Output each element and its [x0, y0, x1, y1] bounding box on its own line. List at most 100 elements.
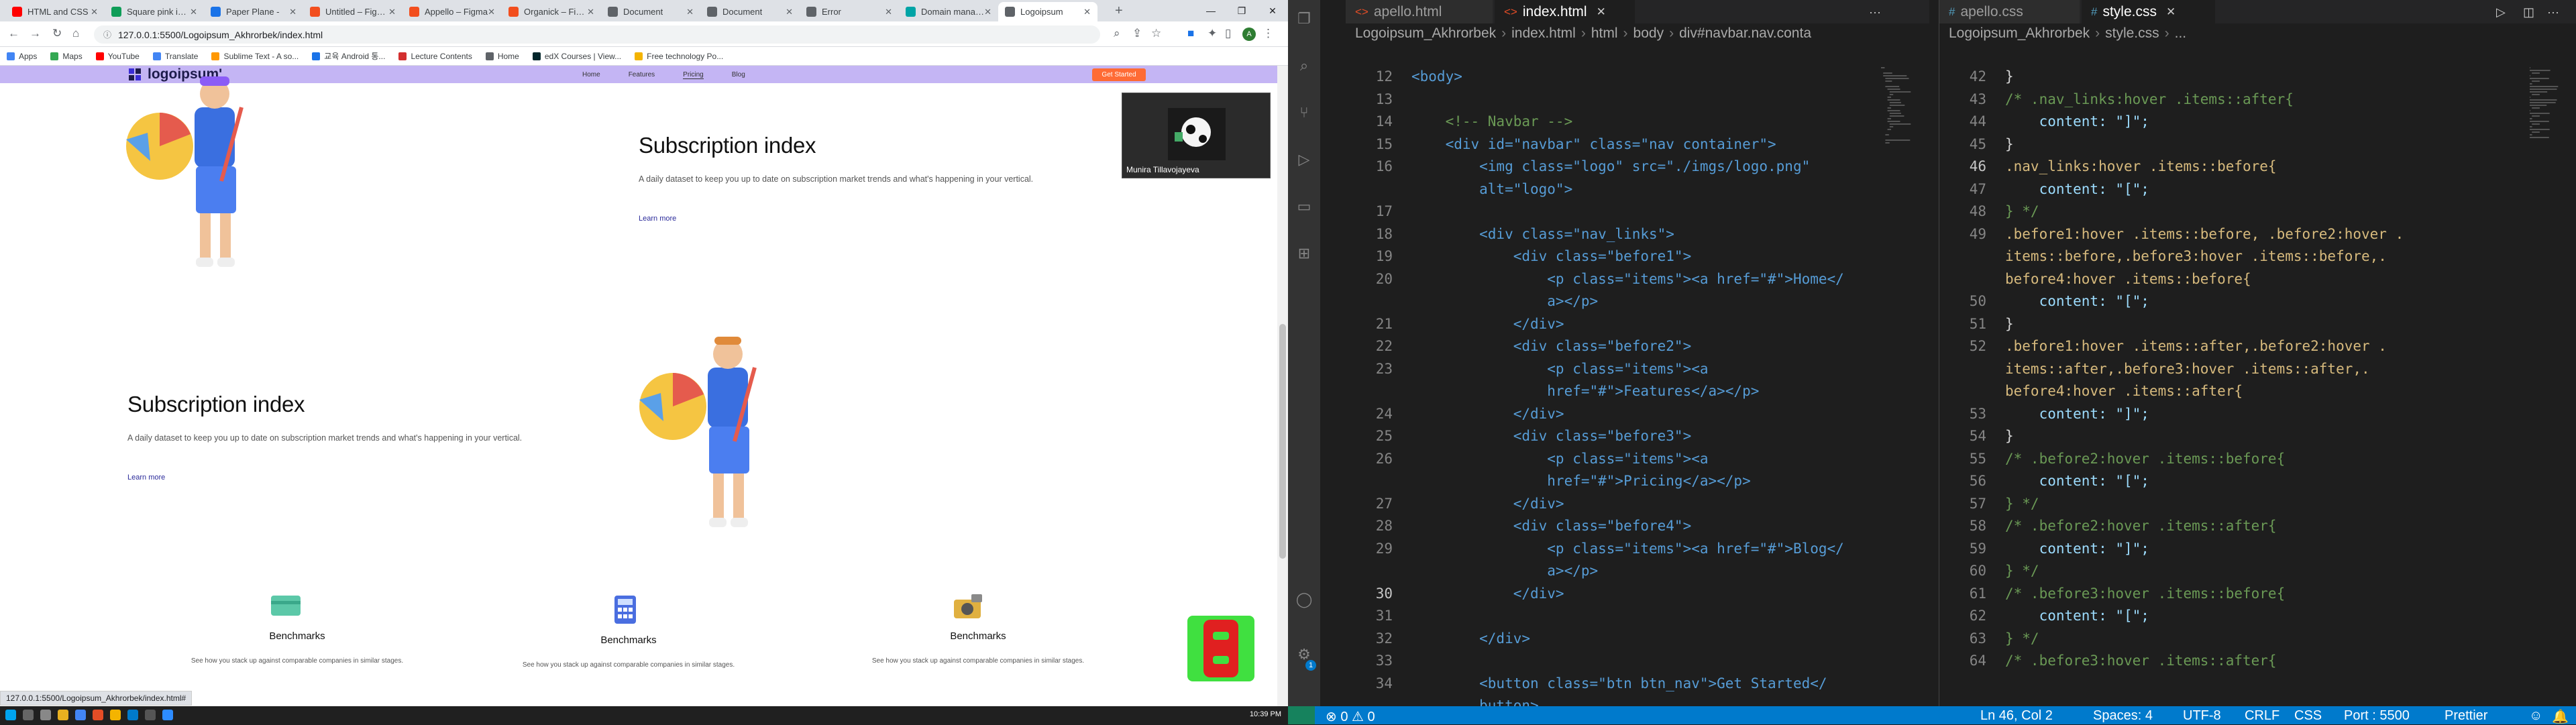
tab-index-html[interactable]: <> index.html ✕ [1495, 0, 1635, 23]
code-line[interactable]: </div> [1411, 628, 1530, 651]
section1-learn-more-link[interactable]: Learn more [639, 215, 676, 223]
bookmark-item[interactable]: Home [485, 52, 519, 61]
new-tab-button[interactable]: + [1115, 3, 1123, 19]
close-tab-icon[interactable]: ✕ [686, 7, 694, 17]
code-line[interactable]: } [2005, 133, 2014, 156]
bookmark-item[interactable]: edX Courses | View... [532, 52, 621, 61]
code-line[interactable]: items::before,.before3:hover .items::bef… [2005, 245, 2387, 268]
video-call-overlay[interactable]: Munira Tillavojayeva [1122, 93, 1271, 178]
section2-learn-more-link[interactable]: Learn more [127, 473, 165, 482]
app2-taskbar-icon[interactable] [110, 710, 121, 720]
nav-features[interactable]: Features [629, 71, 655, 79]
remote-explorer-icon[interactable]: ▭ [1295, 197, 1313, 216]
browser-tab[interactable]: Paper Plane - ✕ [204, 2, 303, 21]
code-line[interactable]: <button class="btn btn_nav">Get Started<… [1411, 673, 1827, 695]
code-line[interactable]: /* .before3:hover .items::before{ [2005, 583, 2285, 606]
start-icon[interactable] [5, 710, 16, 720]
star-icon[interactable]: ☆ [1151, 27, 1161, 40]
code-line[interactable]: before4:hover .items::before{ [2005, 268, 2251, 291]
code-line[interactable]: items::after,.before3:hover .items::afte… [2005, 358, 2370, 381]
code-line[interactable]: alt="logo"> [1411, 178, 1572, 201]
code-line[interactable]: </div> [1411, 583, 1564, 606]
code-line[interactable]: .before1:hover .items::after,.before2:ho… [2005, 335, 2387, 358]
code-line[interactable]: content: "]"; [2005, 538, 2149, 561]
code-line[interactable]: } */ [2005, 628, 2039, 651]
code-line[interactable]: /* .before3:hover .items::after{ [2005, 650, 2277, 673]
code-line[interactable]: <div class="before2"> [1411, 335, 1692, 358]
minimap-html[interactable] [1881, 67, 1915, 443]
zoom-icon[interactable]: ⌕ [1114, 27, 1120, 40]
browser-tab[interactable]: Document ✕ [601, 2, 700, 21]
browser-tab[interactable]: Square pink icon ✕ [105, 2, 204, 21]
bookmark-item[interactable]: Maps [50, 52, 83, 61]
close-tab-icon[interactable]: ✕ [289, 7, 297, 17]
cursor-position[interactable]: Ln 46, Col 2 [1980, 708, 2053, 724]
run-debug-icon[interactable]: ▷ [1295, 150, 1313, 169]
prettier-status[interactable]: Prettier [2445, 708, 2487, 724]
bookmark-item[interactable]: Apps [7, 52, 37, 61]
page-scrollbar[interactable] [1277, 66, 1288, 706]
close-tab-icon[interactable]: ✕ [984, 7, 991, 17]
problems-status[interactable]: ⊗ 0 ⚠ 0 [1326, 708, 1375, 725]
code-line[interactable]: button> [1411, 695, 1539, 706]
close-tab-icon[interactable]: ✕ [1083, 7, 1091, 17]
split-editor-icon[interactable]: ◫ [2523, 5, 2534, 19]
close-tab-icon[interactable]: ✕ [190, 7, 197, 17]
code-line[interactable]: <div id="navbar" class="nav container"> [1411, 133, 1776, 156]
code-line[interactable]: href="#">Features</a></p> [1411, 380, 1759, 403]
close-tab-icon[interactable]: ✕ [388, 7, 396, 17]
tab-apello-css[interactable]: # apello.css [1939, 0, 2080, 23]
breadcrumb-item[interactable]: html [1591, 25, 1618, 42]
code-line[interactable]: a></p> [1411, 290, 1598, 313]
breadcrumb-item[interactable]: style.css [2105, 25, 2159, 42]
breadcrumb-item[interactable]: Logoipsum_Akhrorbek [1355, 25, 1496, 42]
code-line[interactable]: <div class="before1"> [1411, 245, 1692, 268]
code-line[interactable]: <p class="items"><a href="#">Home</ [1411, 268, 1844, 291]
close-tab-icon[interactable]: ✕ [587, 7, 594, 17]
code-line[interactable]: } */ [2005, 201, 2039, 223]
browser-tab[interactable]: Document ✕ [700, 2, 800, 21]
tab-style-css[interactable]: # style.css ✕ [2082, 0, 2216, 23]
bookmark-item[interactable]: 교육 Android 통... [312, 50, 385, 62]
code-line[interactable]: .nav_links:hover .items::before{ [2005, 156, 2277, 178]
code-line[interactable]: </div> [1411, 313, 1564, 336]
code-line[interactable]: content: "["; [2005, 605, 2149, 628]
minimap-css[interactable] [2530, 67, 2563, 443]
info-icon[interactable]: ⓘ [103, 29, 111, 40]
code-line[interactable]: <p class="items"><a [1411, 448, 1708, 471]
code-line[interactable]: /* .nav_links:hover .items::after{ [2005, 89, 2294, 111]
code-line[interactable]: content: "]"; [2005, 403, 2149, 426]
code-line[interactable]: } */ [2005, 493, 2039, 516]
notifications-icon[interactable]: 🔔 [2552, 708, 2569, 725]
close-tab-icon[interactable]: ✕ [885, 7, 892, 17]
encoding-status[interactable]: UTF-8 [2183, 708, 2221, 724]
file-explorer-icon[interactable] [58, 710, 68, 720]
explorer-icon[interactable]: ❐ [1295, 9, 1313, 28]
scroll-thumb[interactable] [1279, 324, 1286, 559]
share-icon[interactable]: ⇪ [1132, 27, 1142, 40]
eol-status[interactable]: CRLF [2245, 708, 2279, 724]
source-control-icon[interactable]: ⑂ [1295, 103, 1313, 122]
code-line[interactable]: /* .before2:hover .items::after{ [2005, 515, 2277, 538]
close-window-button[interactable]: ✕ [1257, 0, 1288, 21]
code-line[interactable]: before4:hover .items::after{ [2005, 380, 2243, 403]
forward-icon[interactable]: → [30, 27, 41, 40]
run-icon[interactable]: ▷ [2496, 5, 2506, 19]
code-line[interactable]: <div class="before3"> [1411, 425, 1692, 448]
browser-tab[interactable]: Organick – Figma ✕ [502, 2, 601, 21]
minimize-button[interactable]: — [1195, 0, 1226, 21]
floating-widget[interactable] [1187, 616, 1254, 681]
vscode-taskbar-icon[interactable] [127, 710, 138, 720]
browser-tab[interactable]: HTML and CSS ✕ [5, 2, 105, 21]
code-line[interactable]: } [2005, 313, 2014, 336]
indentation-status[interactable]: Spaces: 4 [2093, 708, 2153, 724]
home-icon[interactable]: ⌂ [72, 27, 79, 40]
get-started-button[interactable]: Get Started [1092, 68, 1146, 81]
code-line[interactable]: </div> [1411, 403, 1564, 426]
browser-tab[interactable]: Domain manage ✕ [899, 2, 998, 21]
bookmark-item[interactable]: Free technology Po... [635, 52, 723, 61]
bookmark-item[interactable]: Lecture Contents [398, 52, 472, 61]
more-actions-icon[interactable]: ··· [1869, 5, 1881, 19]
close-tab-icon[interactable]: ✕ [2166, 5, 2176, 19]
menu-icon[interactable]: ⋮ [1263, 27, 1274, 40]
